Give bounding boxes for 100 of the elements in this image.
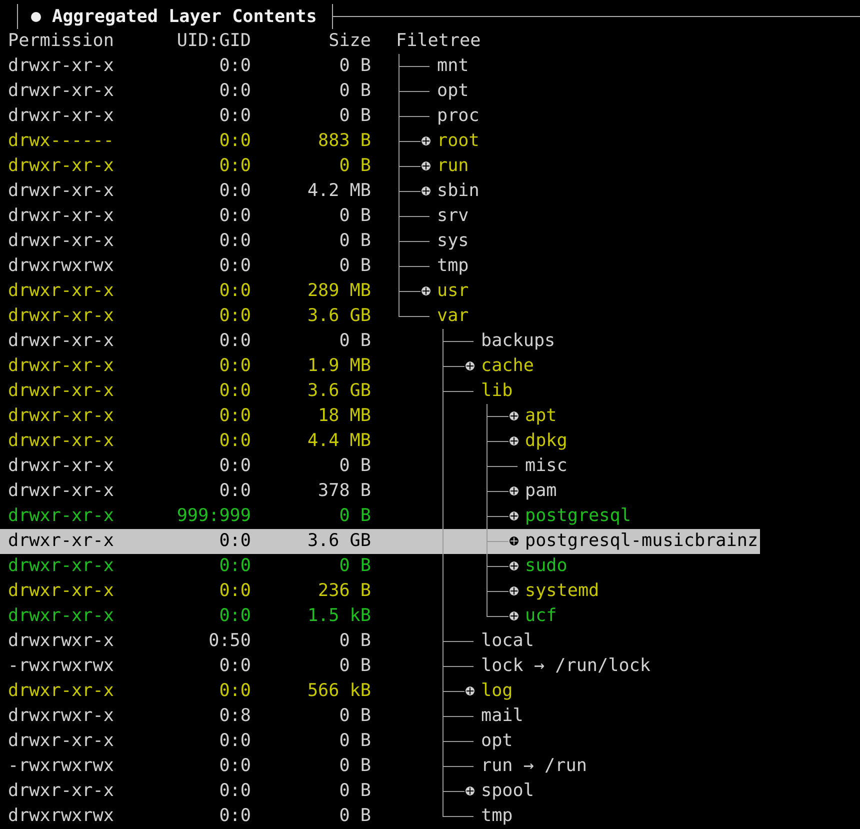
file-name[interactable]: dpkg bbox=[525, 429, 570, 454]
owner-cell-text: 0:8 bbox=[218, 705, 251, 728]
tree-branch-line bbox=[442, 629, 474, 654]
collapsed-folder-icon[interactable] bbox=[509, 511, 519, 521]
permission-cell-text: -rwxrwxrwx bbox=[8, 655, 115, 678]
owner-cell-text: 0:0 bbox=[218, 780, 251, 803]
file-name[interactable]: postgresql bbox=[525, 504, 633, 529]
file-name[interactable]: sudo bbox=[525, 554, 570, 579]
file-name[interactable]: postgresql-musicbrainz bbox=[525, 529, 760, 554]
collapsed-folder-icon[interactable] bbox=[421, 161, 431, 171]
collapsed-folder-icon[interactable] bbox=[509, 536, 519, 546]
owner-cell-text: 0:50 bbox=[208, 630, 251, 653]
size-cell-text: 3.6 GB bbox=[306, 530, 371, 553]
file-name[interactable]: run → /run bbox=[481, 754, 589, 779]
owner-cell-text: 999:999 bbox=[176, 505, 251, 528]
file-name[interactable]: srv bbox=[437, 204, 471, 229]
collapsed-folder-icon[interactable] bbox=[509, 586, 519, 596]
owner-cell-text: 0:0 bbox=[218, 55, 251, 78]
permission-cell-text: drwxr-xr-x bbox=[8, 730, 115, 753]
owner-cell-text: 0:0 bbox=[218, 355, 251, 378]
file-name[interactable]: systemd bbox=[525, 579, 602, 604]
tree-branch-line bbox=[486, 529, 509, 554]
tree-branch-line bbox=[442, 379, 474, 404]
file-name[interactable]: apt bbox=[525, 404, 559, 429]
size-cell-text: 883 B bbox=[317, 130, 371, 153]
owner-cell-text: 0:0 bbox=[218, 130, 251, 153]
size-cell-text: 0 B bbox=[338, 255, 371, 278]
size-cell-text: 4.2 MB bbox=[306, 180, 371, 203]
owner-cell-text: 0:0 bbox=[218, 255, 251, 278]
tree-branch-line bbox=[442, 704, 474, 729]
owner-cell-text: 0:0 bbox=[218, 580, 251, 603]
collapsed-folder-icon[interactable] bbox=[421, 136, 431, 146]
collapsed-folder-icon[interactable] bbox=[465, 786, 475, 796]
collapsed-folder-icon[interactable] bbox=[509, 411, 519, 421]
size-cell-text: 0 B bbox=[338, 455, 371, 478]
file-name[interactable]: usr bbox=[437, 279, 471, 304]
size-cell-text: 378 B bbox=[317, 480, 371, 503]
file-name[interactable]: lock → /run/lock bbox=[481, 654, 652, 679]
owner-cell-text: 0:0 bbox=[218, 655, 251, 678]
file-name[interactable]: log bbox=[481, 679, 515, 704]
size-cell-text: 0 B bbox=[338, 105, 371, 128]
owner-cell-text: 0:0 bbox=[218, 680, 251, 703]
file-name[interactable]: proc bbox=[437, 104, 482, 129]
column-header: Permission bbox=[8, 30, 115, 53]
size-cell-text: 1.5 kB bbox=[306, 605, 371, 628]
permission-cell-text: drwxr-xr-x bbox=[8, 530, 115, 553]
collapsed-folder-icon[interactable] bbox=[465, 361, 475, 371]
column-header: Size bbox=[328, 30, 371, 53]
permission-cell-text: drwxr-xr-x bbox=[8, 480, 115, 503]
column-header: UID:GID bbox=[176, 30, 251, 53]
file-name[interactable]: run bbox=[437, 154, 471, 179]
permission-cell-text: drwxr-xr-x bbox=[8, 280, 115, 303]
size-cell-text: 4.4 MB bbox=[306, 430, 371, 453]
file-name[interactable]: mail bbox=[481, 704, 526, 729]
file-name[interactable]: ucf bbox=[525, 604, 559, 629]
file-name[interactable]: tmp bbox=[437, 254, 471, 279]
file-name[interactable]: local bbox=[481, 629, 536, 654]
file-name[interactable]: opt bbox=[437, 79, 471, 104]
file-name[interactable]: mnt bbox=[437, 54, 471, 79]
size-cell-text: 3.6 GB bbox=[306, 380, 371, 403]
tree-branch-line bbox=[486, 504, 509, 529]
focus-dot-icon bbox=[31, 12, 41, 22]
file-name[interactable]: misc bbox=[525, 454, 570, 479]
size-cell-text: 0 B bbox=[338, 205, 371, 228]
file-name[interactable]: var bbox=[437, 304, 471, 329]
file-name[interactable]: backups bbox=[481, 329, 558, 354]
size-cell-text: 289 MB bbox=[306, 280, 371, 303]
owner-cell-text: 0:0 bbox=[218, 730, 251, 753]
tree-branch-line bbox=[398, 54, 430, 79]
collapsed-folder-icon[interactable] bbox=[421, 186, 431, 196]
collapsed-folder-icon[interactable] bbox=[509, 611, 519, 621]
file-name[interactable]: cache bbox=[481, 354, 536, 379]
owner-cell-text: 0:0 bbox=[218, 180, 251, 203]
owner-cell-text: 0:0 bbox=[218, 455, 251, 478]
collapsed-folder-icon[interactable] bbox=[509, 436, 519, 446]
permission-cell-text: drwx------ bbox=[8, 130, 115, 153]
file-name[interactable]: lib bbox=[481, 379, 515, 404]
file-name[interactable]: sbin bbox=[437, 179, 482, 204]
size-cell-text: 236 B bbox=[317, 580, 371, 603]
file-name[interactable]: root bbox=[437, 129, 482, 154]
collapsed-folder-icon[interactable] bbox=[421, 286, 431, 296]
tree-branch-line bbox=[486, 429, 509, 454]
collapsed-folder-icon[interactable] bbox=[509, 561, 519, 571]
collapsed-folder-icon[interactable] bbox=[465, 686, 475, 696]
size-cell-text: 0 B bbox=[338, 80, 371, 103]
file-name[interactable]: sys bbox=[437, 229, 471, 254]
size-cell-text: 0 B bbox=[338, 55, 371, 78]
file-name[interactable]: pam bbox=[525, 479, 559, 504]
permission-cell-text: drwxr-xr-x bbox=[8, 355, 115, 378]
size-cell-text: 0 B bbox=[338, 755, 371, 778]
tree-branch-line bbox=[486, 554, 509, 579]
file-name[interactable]: tmp bbox=[481, 804, 515, 829]
tree-branch-line bbox=[398, 204, 430, 229]
permission-cell-text: drwxr-xr-x bbox=[8, 330, 115, 353]
permission-cell-text: drwxr-xr-x bbox=[8, 455, 115, 478]
file-name[interactable]: opt bbox=[481, 729, 515, 754]
file-name[interactable]: spool bbox=[481, 779, 536, 804]
size-cell-text: 0 B bbox=[338, 805, 371, 828]
size-cell-text: 0 B bbox=[338, 505, 371, 528]
collapsed-folder-icon[interactable] bbox=[509, 486, 519, 496]
